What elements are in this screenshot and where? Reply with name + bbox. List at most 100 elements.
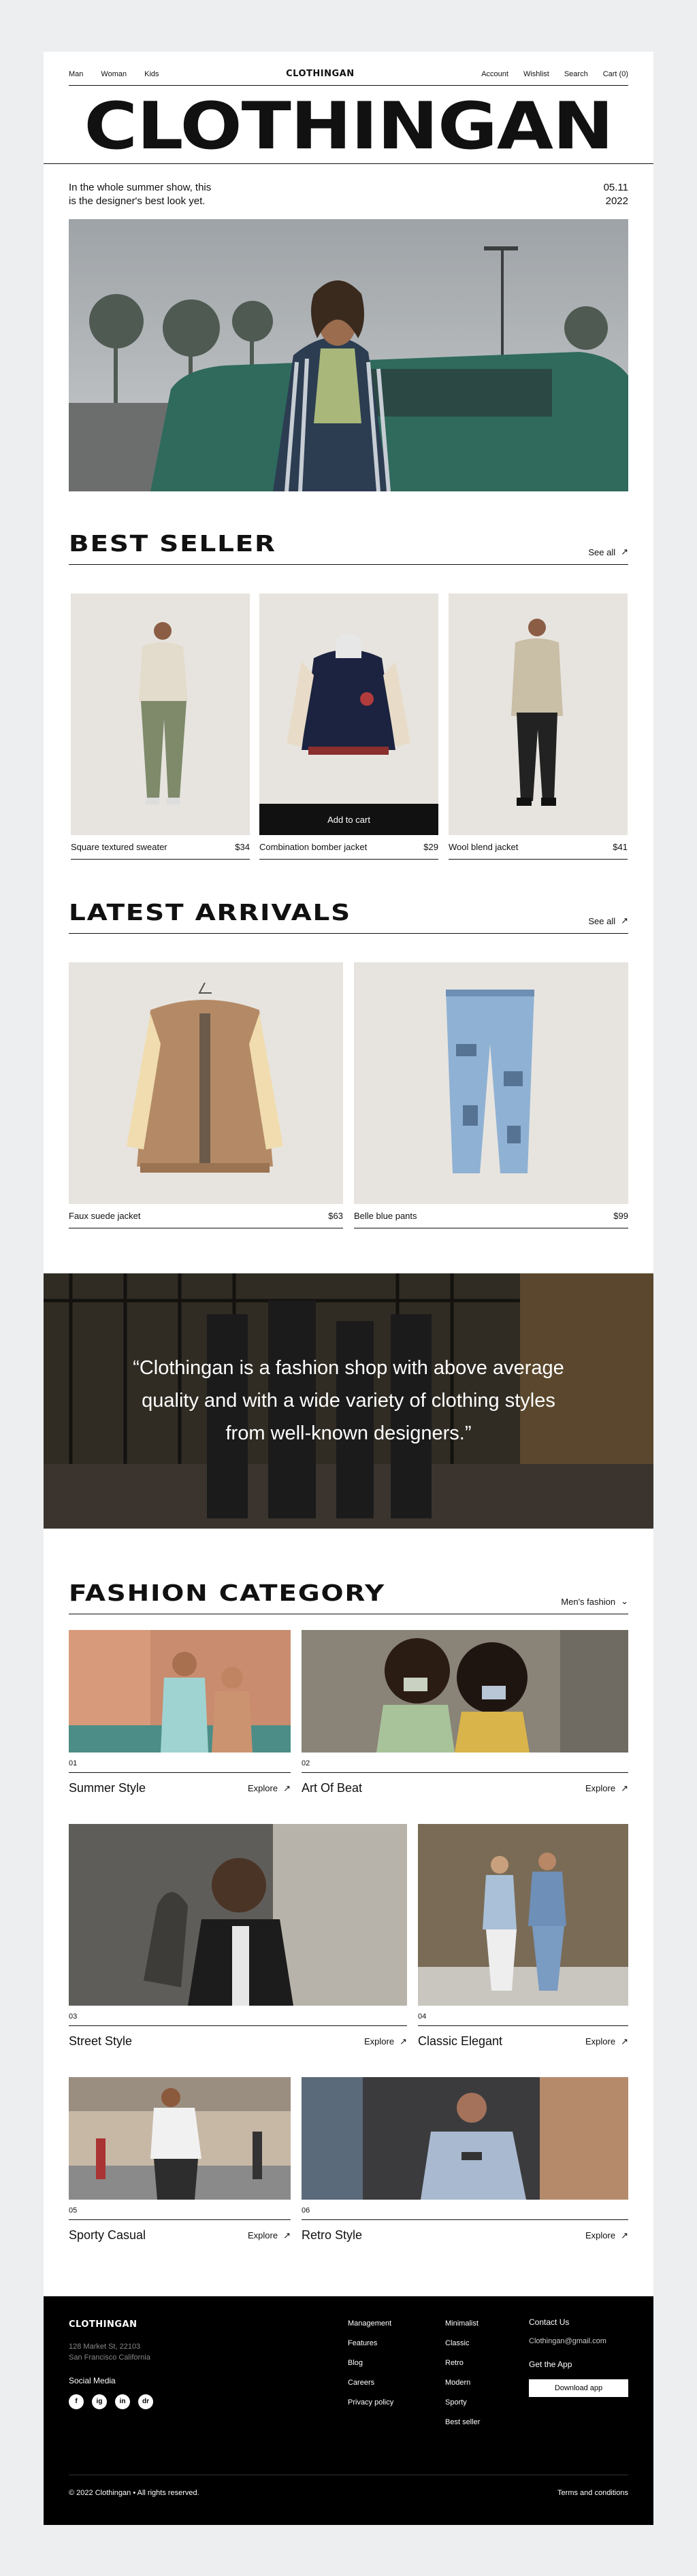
category-row: Retro Style Explore ↗: [302, 2219, 628, 2243]
category-row: Classic Elegant Explore ↗: [418, 2025, 628, 2049]
product-card[interactable]: Square textured sweater $34: [71, 593, 250, 860]
see-all-label: See all: [588, 915, 616, 926]
nav-search[interactable]: Search: [564, 70, 588, 78]
product-image: [69, 962, 343, 1204]
category-row: Summer Style Explore ↗: [69, 1772, 291, 1795]
footer-link[interactable]: Retro: [445, 2353, 480, 2373]
latest-arrivals-header: LATEST ARRIVALS See all ↗: [69, 899, 628, 934]
category-image-street-style[interactable]: [69, 1824, 407, 2006]
footer-brand[interactable]: CLOTHINGAN: [69, 2319, 153, 2330]
hero-date-day: 05.11: [603, 182, 628, 193]
explore-link[interactable]: Explore ↗: [585, 1783, 628, 1794]
category-row: Sporty Casual Explore ↗: [69, 2219, 291, 2243]
footer: CLOTHINGAN 128 Market St, 22103 San Fran…: [44, 2296, 653, 2525]
footer-address-1: 128 Market St, 22103: [69, 2343, 141, 2351]
category-name: Sporty Casual: [69, 2228, 146, 2242]
latest-see-all[interactable]: See all ↗: [588, 915, 628, 926]
category-number: 03: [69, 2012, 78, 2021]
category-number: 04: [418, 2012, 427, 2021]
facebook-icon[interactable]: f: [69, 2394, 84, 2409]
arrow-up-right-icon: ↗: [621, 1782, 628, 1793]
footer-link[interactable]: Minimalist: [445, 2314, 480, 2334]
instagram-icon[interactable]: ig: [92, 2394, 107, 2409]
chevron-down-icon: ⌄: [621, 1596, 628, 1606]
app-title: Get the App: [529, 2360, 572, 2369]
best-seller-see-all[interactable]: See all ↗: [588, 547, 628, 557]
quote-text: “Clothingan is a fashion shop with above…: [44, 1352, 653, 1450]
explore-link[interactable]: Explore ↗: [248, 2230, 291, 2241]
quote-line-1: “Clothingan is a fashion shop with above…: [133, 1357, 564, 1379]
footer-link[interactable]: Management: [348, 2314, 393, 2334]
arrow-up-right-icon: ↗: [621, 915, 628, 926]
product-card[interactable]: Faux suede jacket $63: [69, 962, 343, 1228]
footer-link[interactable]: Modern: [445, 2373, 480, 2393]
linkedin-icon[interactable]: in: [115, 2394, 130, 2409]
footer-link[interactable]: Classic: [445, 2334, 480, 2353]
explore-link[interactable]: Explore ↗: [248, 1783, 291, 1794]
arrow-up-right-icon: ↗: [621, 2036, 628, 2047]
explore-label: Explore: [585, 2230, 616, 2240]
footer-link[interactable]: Sporty: [445, 2393, 480, 2413]
product-price: $41: [613, 842, 628, 852]
best-seller-header: BEST SELLER See all ↗: [69, 530, 628, 565]
product-card[interactable]: Add to cart Combination bomber jacket $2…: [259, 593, 438, 860]
footer-link[interactable]: Best seller: [445, 2413, 480, 2432]
arrow-up-right-icon: ↗: [400, 2036, 407, 2047]
category-name: Street Style: [69, 2034, 133, 2048]
brand-logo[interactable]: CLOTHINGAN: [286, 69, 355, 79]
nav-wishlist[interactable]: Wishlist: [523, 70, 549, 78]
category-image-summer[interactable]: [69, 1630, 291, 1752]
hero-image: [69, 219, 628, 491]
category-image-retro-style[interactable]: [302, 2077, 628, 2200]
contact-email[interactable]: Clothingan@gmail.com: [529, 2336, 628, 2347]
footer-link[interactable]: Blog: [348, 2353, 393, 2373]
nav-woman[interactable]: Woman: [101, 70, 127, 78]
product-name: Faux suede jacket: [69, 1211, 141, 1221]
download-app-button[interactable]: Download app: [529, 2379, 628, 2397]
product-image: [449, 593, 628, 835]
arrow-up-right-icon: ↗: [621, 547, 628, 557]
explore-label: Explore: [585, 2036, 616, 2047]
footer-link[interactable]: Features: [348, 2334, 393, 2353]
copyright: © 2022 Clothingan • All rights reserved.: [69, 2489, 199, 2497]
category-number: 05: [69, 2206, 78, 2215]
fashion-category-title: FASHION CATEGORY: [69, 1580, 385, 1606]
terms-link[interactable]: Terms and conditions: [557, 2489, 628, 2497]
category-row: Art Of Beat Explore ↗: [302, 1772, 628, 1795]
nav-cart[interactable]: Cart (0): [603, 70, 628, 78]
best-seller-title: BEST SELLER: [69, 530, 276, 557]
footer-bottom: © 2022 Clothingan • All rights reserved.…: [69, 2475, 628, 2497]
explore-label: Explore: [585, 1782, 616, 1793]
quote-line-3: from well-known designers.”: [225, 1422, 472, 1444]
dribbble-icon[interactable]: dr: [138, 2394, 153, 2409]
social-title: Social Media: [69, 2376, 116, 2385]
category-filter-dropdown[interactable]: Men's fashion ⌄: [561, 1596, 628, 1607]
footer-link[interactable]: Careers: [348, 2373, 393, 2393]
explore-label: Explore: [248, 1782, 278, 1793]
product-card[interactable]: Wool blend jacket $41: [449, 593, 628, 860]
explore-link[interactable]: Explore ↗: [585, 2230, 628, 2241]
product-name: Wool blend jacket: [449, 842, 519, 852]
product-image: [71, 593, 250, 835]
product-card[interactable]: Belle blue pants $99: [354, 962, 628, 1228]
category-name: Classic Elegant: [418, 2034, 503, 2048]
explore-link[interactable]: Explore ↗: [585, 2036, 628, 2047]
hero-intro: In the whole summer show, this is the de…: [69, 181, 628, 208]
quote-line-2: quality and with a wide variety of cloth…: [142, 1390, 555, 1412]
category-image-sporty-casual[interactable]: [69, 2077, 291, 2200]
nav-account[interactable]: Account: [481, 70, 508, 78]
footer-link[interactable]: Privacy policy: [348, 2393, 393, 2413]
nav-kids[interactable]: Kids: [144, 70, 159, 78]
intro-line-1: In the whole summer show, this: [69, 182, 212, 193]
page: Man Woman Kids CLOTHINGAN Account Wishli…: [44, 52, 653, 2525]
category-image-art-of-beat[interactable]: [302, 1630, 628, 1752]
category-image-classic-elegant[interactable]: [418, 1824, 628, 2006]
arrow-up-right-icon: ↗: [621, 2230, 628, 2240]
social-links: f ig in dr: [69, 2394, 153, 2409]
nav-man[interactable]: Man: [69, 70, 83, 78]
fashion-category-header: FASHION CATEGORY Men's fashion ⌄: [69, 1580, 628, 1614]
explore-label: Explore: [364, 2036, 395, 2047]
explore-label: Explore: [248, 2230, 278, 2240]
add-to-cart-button[interactable]: Add to cart: [259, 804, 438, 835]
explore-link[interactable]: Explore ↗: [364, 2036, 407, 2047]
